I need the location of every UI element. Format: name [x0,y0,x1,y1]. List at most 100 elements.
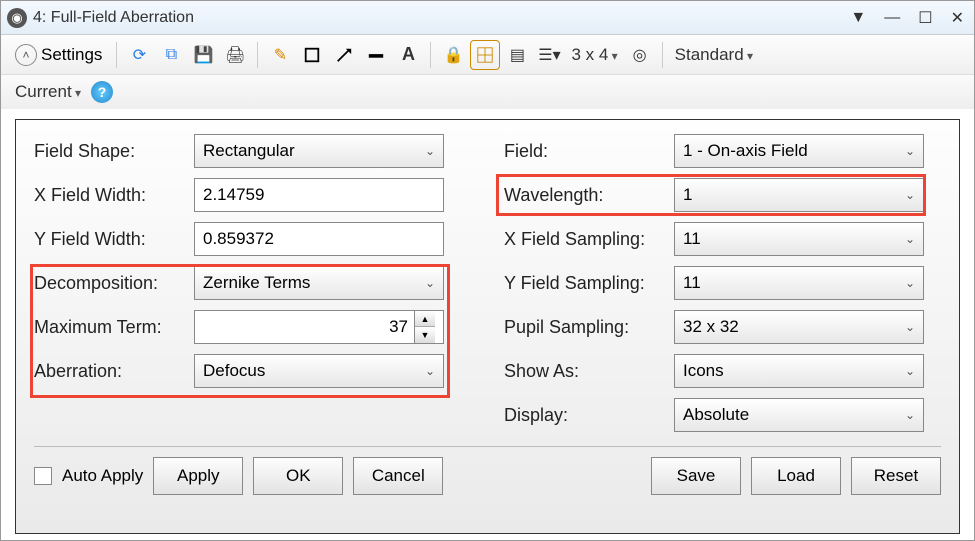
x-field-sampling-dropdown[interactable]: 11 ⌄ [674,222,924,256]
x-field-sampling-value: 11 [683,229,701,249]
apply-button[interactable]: Apply [153,457,243,495]
chevron-down-icon: ⌄ [425,364,435,378]
chevron-down-icon: ⌄ [905,408,915,422]
y-field-sampling-dropdown[interactable]: 11 ⌄ [674,266,924,300]
chevron-down-icon: ⌄ [905,364,915,378]
print-icon[interactable]: 🖨 [221,41,249,69]
save-disk-icon[interactable]: 💾 [189,41,217,69]
x-field-width-input[interactable]: 2.14759 [194,178,444,212]
settings-toggle[interactable]: ˄ Settings [9,42,108,68]
save-button[interactable]: Save [651,457,741,495]
show-as-value: Icons [683,361,724,381]
window: ◉ 4: Full-Field Aberration ▼ — ☐ ✕ ˄ Set… [0,0,975,541]
field-value: 1 - On-axis Field [683,141,808,161]
toolbar: ˄ Settings ⟳ ⧉ 💾 🖨 ✎ A 🔒 ▤ ☰▾ 3 x 4 ◎ St… [1,35,974,75]
current-dropdown[interactable]: Current [11,82,85,102]
wavelength-dropdown[interactable]: 1⌄ [674,178,924,212]
ok-button[interactable]: OK [253,457,343,495]
grid-size-dropdown[interactable]: 3 x 4 [567,45,621,65]
maximize-icon[interactable]: ☐ [914,6,936,30]
window-buttons: ▼ — ☐ ✕ [846,6,968,30]
content-area: Field Shape: Rectangular ⌄ Field: 1 - On-… [1,109,974,540]
chevron-up-icon: ˄ [15,44,37,66]
step-up-icon[interactable]: ▲ [415,311,435,327]
chevron-down-icon: ⌄ [425,144,435,158]
field-dropdown[interactable]: 1 - On-axis Field ⌄ [674,134,924,168]
maximum-term-stepper[interactable]: 37 ▲ ▼ [194,310,444,344]
y-field-sampling-label: Y Field Sampling: [504,273,674,294]
pupil-sampling-dropdown[interactable]: 32 x 32 ⌄ [674,310,924,344]
display-dropdown[interactable]: Absolute ⌄ [674,398,924,432]
chevron-down-icon: ⌄ [425,276,435,290]
auto-apply-label: Auto Apply [62,466,143,486]
x-field-sampling-label: X Field Sampling: [504,229,674,250]
field-shape-dropdown[interactable]: Rectangular ⌄ [194,134,444,168]
wavelength-value: 1 [683,185,692,205]
chevron-down-icon: ⌄ [905,144,915,158]
decomposition-dropdown[interactable]: Zernike Terms ⌄ [194,266,444,300]
separator [257,42,258,68]
help-icon[interactable]: ? [91,81,113,103]
field-label: Field: [504,141,674,162]
y-field-width-input[interactable]: 0.859372 [194,222,444,256]
y-field-sampling-value: 11 [683,273,701,293]
chevron-down-icon: ⌄ [905,232,915,246]
arrow-icon[interactable] [330,41,358,69]
aberration-dropdown[interactable]: Defocus ⌄ [194,354,444,388]
chevron-down-icon: ⌄ [905,188,915,202]
separator [430,42,431,68]
button-bar: Auto Apply Apply OK Cancel Save Load Res… [34,446,941,495]
form-grid: Field Shape: Rectangular ⌄ Field: 1 - On-… [34,134,941,432]
separator [662,42,663,68]
window-layout-icon[interactable]: ▤ [503,41,531,69]
close-icon[interactable]: ✕ [947,6,968,30]
copy-icon[interactable]: ⧉ [157,41,185,69]
chevron-down-icon: ⌄ [905,276,915,290]
field-shape-value: Rectangular [203,141,295,161]
stepper-arrows: ▲ ▼ [414,311,435,343]
y-field-width-value: 0.859372 [203,229,274,249]
separator [116,42,117,68]
rectangle-icon[interactable] [298,41,326,69]
decomposition-label: Decomposition: [34,273,194,294]
x-field-width-label: X Field Width: [34,185,194,206]
cancel-button[interactable]: Cancel [353,457,443,495]
chevron-down-icon: ⌄ [905,320,915,334]
dropdown-icon[interactable]: ▼ [846,7,870,29]
target-icon[interactable]: ◎ [626,41,654,69]
show-as-label: Show As: [504,361,674,382]
y-field-width-label: Y Field Width: [34,229,194,250]
text-icon[interactable]: A [394,41,422,69]
maximum-term-label: Maximum Term: [34,317,194,338]
maximum-term-value: 37 [203,317,414,337]
x-field-width-value: 2.14759 [203,185,264,205]
load-button[interactable]: Load [751,457,841,495]
minimize-icon[interactable]: — [880,7,904,29]
refresh-icon[interactable]: ⟳ [125,41,153,69]
title-bar: ◉ 4: Full-Field Aberration ▼ — ☐ ✕ [1,1,974,35]
show-as-dropdown[interactable]: Icons ⌄ [674,354,924,388]
settings-panel: Field Shape: Rectangular ⌄ Field: 1 - On-… [15,119,960,534]
pupil-sampling-label: Pupil Sampling: [504,317,674,338]
auto-apply-checkbox[interactable] [34,467,52,485]
sub-toolbar: Current ? [1,75,974,109]
pupil-sampling-value: 32 x 32 [683,317,739,337]
window-title: 4: Full-Field Aberration [33,9,846,27]
display-value: Absolute [683,405,749,425]
standard-dropdown[interactable]: Standard [671,45,757,65]
app-icon: ◉ [7,8,27,28]
decomposition-value: Zernike Terms [203,273,310,293]
field-shape-label: Field Shape: [34,141,194,162]
grid-icon[interactable] [471,41,499,69]
lock-icon[interactable]: 🔒 [439,41,467,69]
display-label: Display: [504,405,674,426]
wavelength-label: Wavelength: [504,185,674,206]
aberration-value: Defocus [203,361,265,381]
reset-button[interactable]: Reset [851,457,941,495]
line-weight-icon[interactable] [362,41,390,69]
aberration-label: Aberration: [34,361,194,382]
settings-label: Settings [41,45,102,65]
step-down-icon[interactable]: ▼ [415,327,435,343]
layers-icon[interactable]: ☰▾ [535,41,563,69]
pencil-icon[interactable]: ✎ [266,41,294,69]
